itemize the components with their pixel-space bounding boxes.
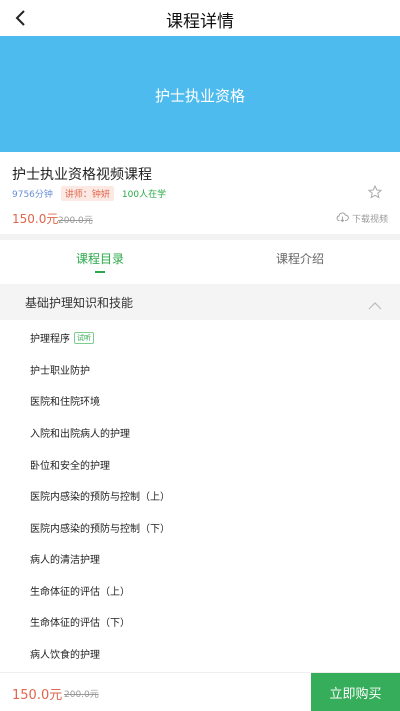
lesson-title: 病人饮食的护理 — [30, 650, 100, 661]
students-count: 100人在学 — [121, 190, 167, 200]
lesson-title: 医院内感染的预防与控制（下） — [30, 524, 170, 535]
lesson-title: 生命体征的评估（下） — [30, 618, 130, 629]
favorite-star-icon[interactable] — [367, 184, 383, 199]
download-label: 下载视频 — [351, 215, 388, 225]
course-meta: 9756分钟 讲师：钟妍 100人在学 — [12, 186, 166, 201]
lesson-item[interactable]: 病人饮食的护理 — [30, 646, 100, 661]
trial-badge: 试听 — [74, 331, 94, 344]
footer-original-price: 200.0元 — [64, 690, 99, 700]
teacher-badge: 讲师：钟妍 — [60, 186, 114, 201]
lesson-item[interactable]: 医院内感染的预防与控制（下） — [30, 520, 170, 535]
lesson-title: 护士职业防护 — [30, 366, 90, 377]
course-banner: 护士执业资格 — [0, 36, 400, 152]
lesson-title: 生命体征的评估（上） — [30, 587, 130, 598]
lesson-title: 医院和住院环境 — [30, 397, 100, 408]
lesson-item[interactable]: 医院内感染的预防与控制（上） — [30, 488, 170, 503]
lesson-title: 医院内感染的预防与控制（上） — [30, 492, 170, 503]
course-price: 150.0元 — [12, 212, 59, 226]
chevron-up-icon[interactable] — [368, 296, 382, 310]
lesson-item[interactable]: 生命体征的评估（下） — [30, 614, 130, 629]
lesson-title: 病人的清洁护理 — [30, 555, 100, 566]
chapter-title: 基础护理知识和技能 — [25, 296, 134, 310]
banner-title: 护士执业资格 — [154, 87, 245, 105]
top-nav-bar: 课程详情 — [0, 0, 400, 36]
tab-catalog[interactable]: 课程目录 — [0, 250, 200, 273]
course-info: 护士执业资格视频课程 9756分钟 讲师：钟妍 100人在学 150.0元 20… — [0, 152, 400, 234]
footer-price: 150.0元 — [12, 688, 63, 703]
tab-active-indicator — [95, 271, 105, 273]
lesson-title: 入院和出院病人的护理 — [30, 429, 130, 440]
lesson-title: 卧位和安全的护理 — [30, 461, 110, 472]
download-video-button[interactable]: 下载视频 — [336, 212, 388, 225]
tab-label: 课程介绍 — [275, 252, 324, 266]
lesson-title: 护理程序 — [30, 334, 70, 345]
course-title: 护士执业资格视频课程 — [12, 167, 152, 183]
tab-introduction[interactable]: 课程介绍 — [200, 250, 400, 267]
lesson-item[interactable]: 入院和出院病人的护理 — [30, 425, 130, 440]
tab-label: 课程目录 — [75, 252, 124, 266]
cloud-download-icon — [336, 212, 349, 225]
page-title: 课程详情 — [166, 12, 234, 32]
buy-now-button[interactable]: 立即购买 — [311, 673, 400, 711]
lesson-item[interactable]: 卧位和安全的护理 — [30, 457, 110, 472]
lesson-item[interactable]: 生命体征的评估（上） — [30, 583, 130, 598]
chapter-header[interactable]: 基础护理知识和技能 — [0, 284, 400, 320]
lesson-item[interactable]: 护理程序 试听 — [30, 330, 94, 345]
purchase-bar: 150.0元 200.0元 立即购买 — [0, 672, 400, 711]
lesson-item[interactable]: 病人的清洁护理 — [30, 551, 100, 566]
course-original-price: 200.0元 — [58, 216, 93, 226]
lesson-item[interactable]: 医院和住院环境 — [30, 393, 100, 408]
course-duration: 9756分钟 — [12, 190, 53, 200]
lesson-item[interactable]: 护士职业防护 — [30, 362, 90, 377]
tab-bar: 课程目录 课程介绍 — [0, 240, 400, 276]
